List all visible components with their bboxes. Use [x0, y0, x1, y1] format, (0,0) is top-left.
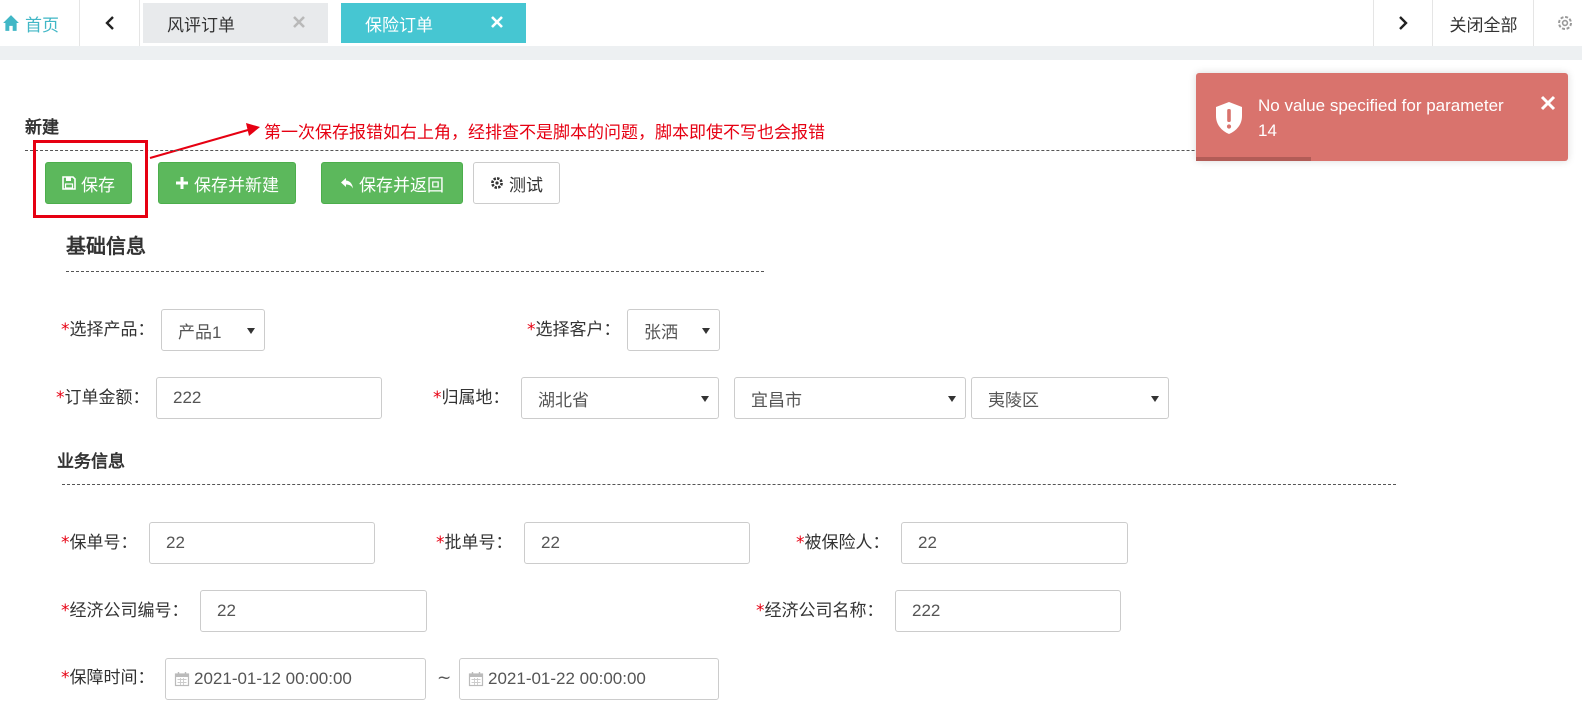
- plus-icon: [176, 177, 188, 189]
- toast-progress-bar: [1196, 157, 1312, 161]
- shield-alert-icon: [1216, 102, 1242, 134]
- tab-risk-order-label: 风评订单: [167, 15, 235, 36]
- district-select[interactable]: 夷陵区: [971, 377, 1169, 419]
- close-icon[interactable]: [292, 15, 306, 29]
- batch-no-input-value: 22: [541, 533, 560, 552]
- tab-scroll-left-button[interactable]: [80, 0, 140, 46]
- region-label: *归属地：: [433, 388, 510, 408]
- broker-code-input-value: 22: [217, 601, 236, 620]
- test-button-label: 测试: [509, 175, 543, 196]
- tab-insurance-order[interactable]: 保险订单: [341, 3, 526, 43]
- page-title: 新建: [25, 118, 59, 138]
- policy-no-input[interactable]: 22: [149, 522, 375, 564]
- test-button[interactable]: 测试: [473, 162, 560, 204]
- tab-risk-order[interactable]: 风评订单: [143, 3, 328, 43]
- insured-input-value: 22: [918, 533, 937, 552]
- broker-name-input[interactable]: 222: [895, 590, 1121, 632]
- toast-message: No value specified for parameter 14: [1258, 96, 1504, 140]
- calendar-icon: [468, 672, 484, 687]
- home-tab[interactable]: 首页: [0, 0, 80, 46]
- tab-scroll-right-button[interactable]: [1373, 0, 1433, 46]
- reply-icon: [341, 178, 353, 189]
- floppy-disk-icon: [62, 176, 76, 190]
- batch-no-input[interactable]: 22: [524, 522, 750, 564]
- insured-input[interactable]: 22: [901, 522, 1128, 564]
- policy-no-label: *保单号：: [61, 533, 138, 553]
- tab-bar: 首页 风评订单 保险订单 关闭全部: [0, 0, 1582, 46]
- product-select-value: 产品1: [178, 322, 222, 342]
- customer-label: *选择客户：: [527, 320, 621, 340]
- tab-bar-divider: [0, 46, 1582, 60]
- amount-input[interactable]: 222: [156, 377, 382, 419]
- home-icon: [3, 15, 19, 31]
- save-button-label: 保存: [81, 175, 115, 196]
- save-button[interactable]: 保存: [45, 162, 132, 204]
- section-divider: [66, 271, 764, 272]
- amount-label: *订单金额：: [56, 388, 150, 408]
- close-icon[interactable]: [1540, 95, 1556, 111]
- insured-label: *被保险人：: [796, 533, 890, 553]
- amount-input-value: 222: [173, 388, 202, 407]
- customer-select[interactable]: 张洒: [627, 309, 720, 351]
- cog-icon: [491, 177, 503, 189]
- province-select[interactable]: 湖北省: [521, 377, 719, 419]
- section-title-basic: 基础信息: [66, 234, 146, 258]
- gear-icon[interactable]: [1556, 14, 1574, 32]
- period-label: *保障时间：: [61, 668, 155, 688]
- period-start-value: 2021-01-12 00:00:00: [194, 669, 352, 688]
- batch-no-label: *批单号：: [436, 533, 513, 553]
- chevron-right-icon: [1399, 16, 1408, 30]
- close-all-button[interactable]: 关闭全部: [1434, 0, 1534, 46]
- section-title-business: 业务信息: [57, 452, 125, 472]
- section-divider: [62, 484, 1396, 485]
- district-select-value: 夷陵区: [988, 390, 1039, 410]
- broker-code-input[interactable]: 22: [200, 590, 427, 632]
- calendar-icon: [174, 672, 190, 687]
- tab-insurance-order-label: 保险订单: [365, 15, 433, 36]
- customer-select-value: 张洒: [644, 322, 678, 342]
- period-start-input[interactable]: 2021-01-12 00:00:00: [165, 658, 426, 700]
- city-select-value: 宜昌市: [751, 390, 802, 410]
- broker-name-label: *经济公司名称：: [756, 601, 884, 621]
- chevron-left-icon: [104, 16, 114, 30]
- period-end-value: 2021-01-22 00:00:00: [488, 669, 646, 688]
- annotation-text: 第一次保存报错如右上角，经排查不是脚本的问题，脚本即使不写也会报错: [264, 123, 825, 143]
- error-toast: No value specified for parameter 14: [1196, 73, 1568, 161]
- close-icon[interactable]: [490, 15, 504, 29]
- home-tab-label: 首页: [25, 15, 59, 36]
- province-select-value: 湖北省: [538, 390, 589, 410]
- save-and-new-button-label: 保存并新建: [194, 175, 279, 196]
- save-and-new-button[interactable]: 保存并新建: [158, 162, 296, 204]
- city-select[interactable]: 宜昌市: [734, 377, 966, 419]
- period-end-input[interactable]: 2021-01-22 00:00:00: [459, 658, 719, 700]
- policy-no-input-value: 22: [166, 533, 185, 552]
- broker-name-input-value: 222: [912, 601, 941, 620]
- product-select[interactable]: 产品1: [161, 309, 265, 351]
- broker-code-label: *经济公司编号：: [61, 601, 189, 621]
- product-label: *选择产品：: [61, 320, 155, 340]
- save-and-return-button[interactable]: 保存并返回: [321, 162, 463, 204]
- save-and-return-button-label: 保存并返回: [359, 175, 444, 196]
- period-separator: ~: [437, 668, 452, 688]
